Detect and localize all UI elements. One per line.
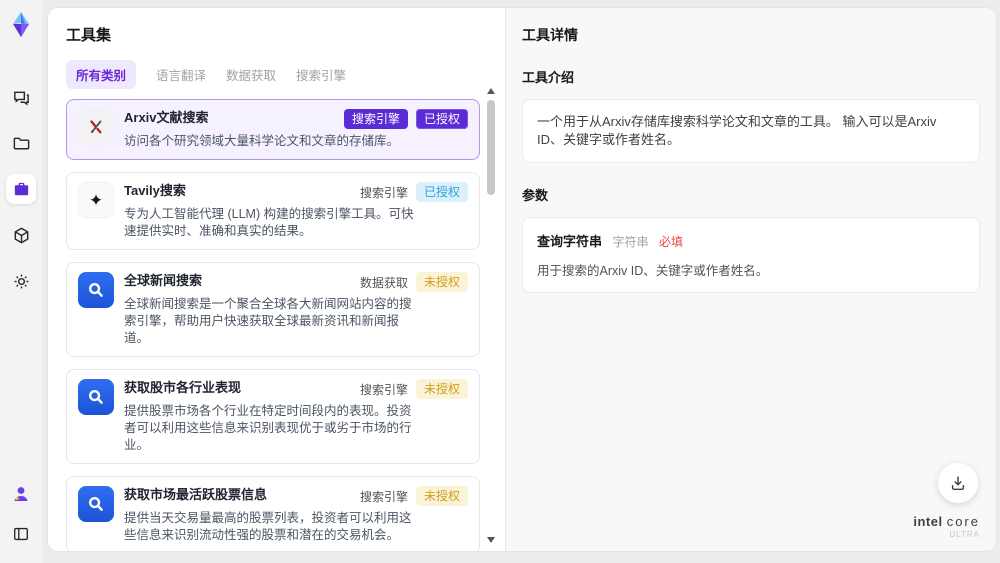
- status-badge: 已授权: [415, 182, 468, 202]
- param-required-flag: 必填: [658, 235, 683, 249]
- status-badge: 未授权: [415, 272, 468, 292]
- tool-list-pane: 工具集 所有类别 语言翻译 数据获取 搜索引擎 Arxiv文献搜索 搜索引擎 已…: [48, 8, 505, 551]
- search-globe-icon: [78, 272, 114, 308]
- intel-text: intel: [913, 514, 943, 529]
- tab-all-categories[interactable]: 所有类别: [66, 60, 137, 89]
- tool-description: 全球新闻搜索是一个聚合全球各大新闻网站内容的搜索引擎，帮助用户快速获取全球最新资…: [124, 297, 412, 345]
- param-box: 查询字符串 字符串 必填 用于搜索的Arxiv ID、关键字或作者姓名。: [522, 217, 980, 293]
- list-scrollbar[interactable]: [485, 88, 497, 543]
- search-globe-icon: [78, 486, 114, 522]
- intro-heading: 工具介绍: [522, 70, 575, 85]
- tool-card-tavily[interactable]: ✦ Tavily搜索 搜索引擎 已授权 专为人工智能代理 (LLM) 构建的搜索…: [66, 172, 480, 250]
- tool-description: 专为人工智能代理 (LLM) 构建的搜索引擎工具。可快速提供实时、准确和真实的结…: [124, 207, 414, 238]
- category-label: 数据获取: [359, 275, 408, 290]
- scroll-up-arrow-icon[interactable]: [487, 88, 495, 94]
- tool-title: Arxiv文献搜索: [124, 110, 209, 125]
- tab-search-engine[interactable]: 搜索引擎: [296, 60, 346, 89]
- intro-box: 一个用于从Arxiv存储库搜索科学论文和文章的工具。 输入可以是Arxiv ID…: [522, 99, 980, 163]
- params-heading: 参数: [522, 188, 549, 203]
- category-badge: 搜索引擎: [343, 109, 408, 129]
- param-description: 用于搜索的Arxiv ID、关键字或作者姓名。: [537, 264, 769, 278]
- ultra-text: ULTRA: [949, 530, 980, 539]
- param-header: 查询字符串 字符串 必填: [537, 231, 965, 251]
- scrollbar-thumb[interactable]: [487, 100, 495, 195]
- tool-description: 访问各个研究领域大量科学论文和文章的存储库。: [124, 134, 400, 148]
- tool-card-arxiv[interactable]: Arxiv文献搜索 搜索引擎 已授权 访问各个研究领域大量科学论文和文章的存储库…: [66, 99, 480, 160]
- status-badge: 未授权: [415, 379, 468, 399]
- category-label: 搜索引擎: [359, 489, 408, 504]
- app-logo: [6, 10, 36, 40]
- status-badge: 未授权: [415, 486, 468, 506]
- category-tabs: 所有类别 语言翻译 数据获取 搜索引擎: [66, 60, 505, 89]
- chat-icon[interactable]: [6, 82, 36, 112]
- cube-icon[interactable]: [6, 220, 36, 250]
- tool-description: 提供股票市场各个行业在特定时间段内的表现。投资者可以利用这些信息来识别表现优于或…: [124, 404, 412, 452]
- search-globe-icon: [78, 379, 114, 415]
- core-text: core: [946, 514, 980, 529]
- toolbox-icon[interactable]: [6, 174, 36, 204]
- param-name: 查询字符串: [537, 234, 603, 249]
- tool-title: 全球新闻搜索: [124, 273, 203, 288]
- category-label: 搜索引擎: [359, 185, 408, 200]
- status-badge: 已授权: [415, 109, 468, 129]
- scroll-down-arrow-icon[interactable]: [487, 537, 495, 543]
- panel-toggle-icon[interactable]: [6, 519, 36, 549]
- intel-core-logo: intel core ULTRA: [913, 515, 980, 539]
- details-title: 工具详情: [522, 27, 578, 43]
- tool-card-most-active-stocks[interactable]: 获取市场最活跃股票信息 搜索引擎 未授权 提供当天交易量最高的股票列表，投资者可…: [66, 476, 480, 551]
- tool-title: 获取股市各行业表现: [124, 380, 242, 395]
- sparkle-icon: ✦: [78, 182, 114, 218]
- tool-title: Tavily搜索: [124, 183, 186, 198]
- tool-card-sector-performance[interactable]: 获取股市各行业表现 搜索引擎 未授权 提供股票市场各个行业在特定时间段内的表现。…: [66, 369, 480, 464]
- left-sidebar: [0, 0, 42, 563]
- page-title: 工具集: [66, 27, 112, 44]
- folder-icon[interactable]: [6, 128, 36, 158]
- user-avatar-icon[interactable]: [6, 479, 36, 509]
- tool-details-pane: 工具详情 工具介绍 一个用于从Arxiv存储库搜索科学论文和文章的工具。 输入可…: [505, 8, 996, 551]
- gear-icon[interactable]: [6, 266, 36, 296]
- tab-data-fetch[interactable]: 数据获取: [226, 60, 276, 89]
- tool-title: 获取市场最活跃股票信息: [124, 487, 268, 502]
- param-type: 字符串: [612, 235, 649, 249]
- tool-card-global-news[interactable]: 全球新闻搜索 数据获取 未授权 全球新闻搜索是一个聚合全球各大新闻网站内容的搜索…: [66, 262, 480, 357]
- tool-card-list: Arxiv文献搜索 搜索引擎 已授权 访问各个研究领域大量科学论文和文章的存储库…: [66, 99, 480, 551]
- category-label: 搜索引擎: [359, 382, 408, 397]
- main-window: 工具集 所有类别 语言翻译 数据获取 搜索引擎 Arxiv文献搜索 搜索引擎 已…: [48, 8, 996, 551]
- arxiv-logo-icon: [78, 109, 114, 145]
- tool-description: 提供当天交易量最高的股票列表，投资者可以利用这些信息来识别流动性强的股票和潜在的…: [124, 511, 412, 542]
- tab-language-translation[interactable]: 语言翻译: [156, 60, 206, 89]
- download-button[interactable]: [938, 463, 978, 503]
